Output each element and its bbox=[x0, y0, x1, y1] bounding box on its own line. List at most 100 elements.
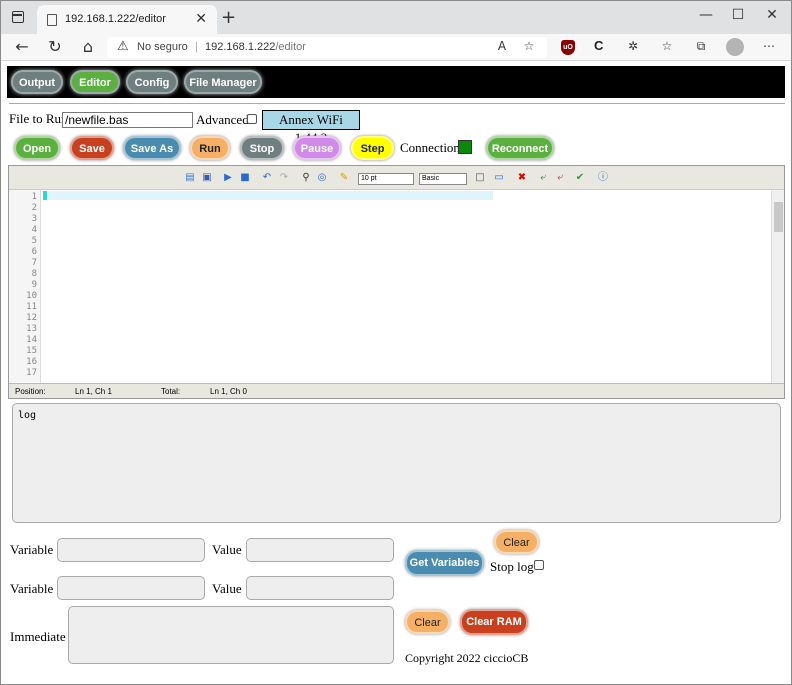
url-field[interactable]: ⚠ No seguro | 192.168.1.222/editor A ☆ bbox=[107, 37, 547, 58]
editor-scrollbar[interactable] bbox=[771, 190, 784, 383]
line-number: 6 bbox=[31, 247, 37, 257]
editor-status-bar: Position: Ln 1, Ch 1 Total: Ln 1, Ch 0 bbox=[9, 383, 784, 398]
line-number: 3 bbox=[31, 214, 37, 224]
save-button[interactable]: Save bbox=[70, 136, 114, 160]
run-icon[interactable]: ▶ bbox=[222, 172, 234, 184]
font-size-select[interactable]: 10 pt bbox=[358, 173, 414, 185]
read-aloud-icon[interactable]: A bbox=[492, 39, 512, 53]
clear-log-button[interactable]: Clear bbox=[494, 530, 539, 554]
browser-window: 192.168.1.222/editor ✕ + — ☐ ✕ ← ↻ ⌂ ⚠ N… bbox=[0, 0, 792, 685]
close-tab-icon[interactable]: ✕ bbox=[195, 11, 207, 27]
collections-icon[interactable]: ⧉ bbox=[691, 39, 711, 54]
connection-label: Connection bbox=[400, 140, 460, 155]
value-input-1[interactable] bbox=[246, 538, 394, 562]
version-badge: Annex WiFi 1.44.2 bbox=[262, 110, 360, 145]
line-number: 8 bbox=[31, 269, 37, 279]
minimize-icon[interactable]: — bbox=[691, 7, 721, 23]
advanced-checkbox[interactable] bbox=[247, 114, 257, 124]
connection-indicator bbox=[458, 140, 472, 154]
extension-c-icon[interactable]: C bbox=[594, 38, 603, 53]
get-variables-button[interactable]: Get Variables bbox=[405, 550, 484, 576]
favorite-add-icon[interactable]: ☆ bbox=[519, 39, 539, 53]
extensions-icon[interactable]: ✲ bbox=[623, 39, 643, 53]
line-number: 12 bbox=[26, 313, 37, 323]
immediate-input[interactable] bbox=[68, 606, 394, 664]
clear-immediate-button[interactable]: Clear bbox=[405, 610, 450, 634]
url-separator: | bbox=[195, 41, 198, 53]
step-button[interactable]: Step bbox=[351, 136, 394, 160]
variable-input-1[interactable] bbox=[57, 538, 205, 562]
undo-icon[interactable]: ↶ bbox=[261, 172, 273, 184]
redo-icon[interactable]: ↷ bbox=[278, 172, 290, 184]
text-cursor bbox=[43, 191, 47, 200]
value-label-2: Value bbox=[212, 581, 242, 596]
line-number: 11 bbox=[26, 302, 37, 312]
run-button[interactable]: Run bbox=[190, 136, 230, 160]
delete-icon[interactable]: ✖ bbox=[516, 172, 528, 184]
page-icon bbox=[47, 14, 57, 26]
help-icon[interactable]: ⓘ bbox=[597, 172, 609, 184]
open-button[interactable]: Open bbox=[14, 136, 60, 160]
ublock-icon[interactable]: uO bbox=[561, 40, 575, 55]
total-label: Total: bbox=[161, 387, 181, 396]
home-icon[interactable]: ⌂ bbox=[77, 37, 99, 56]
back-icon[interactable]: ← bbox=[11, 37, 33, 56]
value-label-1: Value bbox=[212, 542, 242, 557]
variable-input-2[interactable] bbox=[57, 576, 205, 600]
save-file-icon[interactable]: ▣ bbox=[201, 172, 213, 184]
favorites-icon[interactable]: ☆ bbox=[657, 39, 677, 53]
clear-ram-button[interactable]: Clear RAM bbox=[460, 609, 528, 635]
position-label: Position: bbox=[15, 387, 46, 396]
line-number: 10 bbox=[26, 291, 37, 301]
stop-log-checkbox[interactable] bbox=[534, 560, 544, 570]
file-to-run-input[interactable]: /newfile.bas bbox=[62, 112, 193, 128]
tab-actions-icon[interactable] bbox=[12, 11, 24, 23]
refresh-icon[interactable]: ↻ bbox=[44, 37, 66, 56]
value-input-2[interactable] bbox=[246, 576, 394, 600]
current-line-highlight bbox=[43, 191, 493, 200]
pause-button[interactable]: Pause bbox=[293, 136, 341, 160]
line-number: 17 bbox=[26, 368, 37, 378]
add-breakpoint-icon[interactable]: ⤶ bbox=[537, 172, 549, 184]
highlight-icon[interactable]: ✎ bbox=[338, 172, 350, 184]
nav-file-manager-button[interactable]: File Manager bbox=[184, 70, 262, 94]
reconnect-button[interactable]: Reconnect bbox=[486, 136, 554, 160]
line-number: 2 bbox=[31, 203, 37, 213]
variable-label-1: Variable bbox=[10, 542, 54, 557]
variable-label-2: Variable bbox=[10, 581, 54, 596]
line-number: 14 bbox=[26, 335, 37, 345]
file-to-run-label: File to Run bbox=[9, 111, 68, 126]
stop-button[interactable]: Stop bbox=[240, 136, 284, 160]
find-icon[interactable]: ⚲ bbox=[300, 172, 312, 184]
remove-breakpoint-icon[interactable]: ⤶ bbox=[554, 172, 566, 184]
scrollbar-thumb[interactable] bbox=[774, 202, 783, 232]
save-as-button[interactable]: Save As bbox=[123, 136, 181, 160]
position-value: Ln 1, Ch 1 bbox=[75, 387, 112, 396]
syntax-mode-select[interactable]: Basic bbox=[419, 173, 467, 185]
more-menu-icon[interactable]: ⋯ bbox=[759, 39, 779, 53]
address-bar: ← ↻ ⌂ ⚠ No seguro | 192.168.1.222/editor… bbox=[1, 34, 791, 61]
maximize-icon[interactable]: ☐ bbox=[723, 7, 753, 23]
divider bbox=[9, 103, 785, 104]
stop-icon[interactable]: ■ bbox=[239, 172, 251, 184]
new-document-icon[interactable]: □ bbox=[474, 172, 486, 184]
browser-tab[interactable]: 192.168.1.222/editor ✕ bbox=[37, 5, 217, 35]
log-textarea[interactable]: log bbox=[12, 403, 781, 523]
open-file-icon[interactable]: ▤ bbox=[184, 172, 196, 184]
fullscreen-icon[interactable]: ▭ bbox=[493, 172, 505, 184]
new-tab-icon[interactable]: + bbox=[221, 7, 236, 28]
line-number: 13 bbox=[26, 324, 37, 334]
close-window-icon[interactable]: ✕ bbox=[757, 7, 787, 23]
code-editor[interactable]: ▤ ▣ ▶ ■ ↶ ↷ ⚲ ◎ ✎ 10 pt Basic □ ▭ ✖ ⤶ ⤶ … bbox=[8, 165, 785, 399]
nav-output-button[interactable]: Output bbox=[11, 70, 63, 94]
nav-editor-button[interactable]: Editor bbox=[70, 70, 120, 94]
goto-icon[interactable]: ◎ bbox=[316, 172, 328, 184]
check-icon[interactable]: ✔ bbox=[574, 172, 586, 184]
nav-config-button[interactable]: Config bbox=[126, 70, 178, 94]
not-secure-label: No seguro bbox=[137, 41, 188, 53]
url-text: 192.168.1.222/editor bbox=[205, 41, 306, 53]
line-number: 1 bbox=[31, 192, 37, 202]
warning-icon: ⚠ bbox=[117, 39, 129, 54]
line-number: 5 bbox=[31, 236, 37, 246]
profile-avatar[interactable] bbox=[726, 38, 744, 56]
